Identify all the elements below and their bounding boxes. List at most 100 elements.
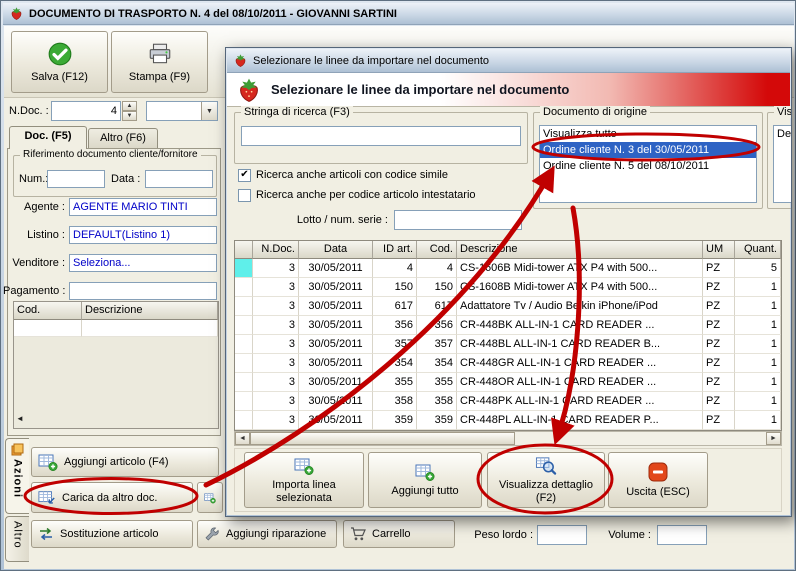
main-titlebar: DOCUMENTO DI TRASPORTO N. 4 del 08/10/20… (3, 3, 794, 25)
sostituzione-articolo-label: Sostituzione articolo (60, 528, 159, 540)
strawberry-icon (235, 54, 246, 67)
origin-list-item[interactable]: Ordine cliente N. 3 del 30/05/2011 (540, 142, 756, 158)
volume-label: Volume : (608, 529, 651, 541)
carrello-button[interactable]: Carrello (343, 520, 455, 548)
carica-da-altro-doc-button[interactable]: Carica da altro doc. (31, 482, 193, 513)
table-row[interactable]: 3 30/05/2011 354 354 CR-448GR ALL-IN-1 CARD … (235, 354, 781, 373)
tab-doc[interactable]: Doc. (F5) (9, 126, 87, 149)
listino-value[interactable]: DEFAULT(Listino 1) (69, 226, 217, 244)
column-header-cod[interactable]: Cod. (14, 302, 82, 320)
data-input[interactable] (145, 170, 213, 188)
print-label: Stampa (F9) (128, 71, 191, 83)
hidden-button-fragment[interactable] (197, 482, 223, 513)
table-row[interactable]: 3 30/05/2011 617 617 Adattatore Tv / Audio B… (235, 297, 781, 316)
spinner-down-icon[interactable]: ▼ (122, 111, 137, 121)
import-dialog: Selezionare le linee da importare nel do… (225, 47, 792, 517)
checkbox-simile-label: Ricerca anche articoli con codice simile (256, 169, 448, 181)
check-mark-icon: ✔ (240, 169, 249, 180)
column-header[interactable]: Cod. (417, 241, 457, 259)
ndoc-input[interactable] (51, 101, 121, 121)
data-label: Data : (111, 173, 141, 185)
import-table-header: N.Doc. Data ID art. Cod. Descrizione UM Quant. (235, 241, 781, 259)
column-header[interactable]: Descrizione (457, 241, 703, 259)
volume-input[interactable] (657, 525, 707, 545)
print-button[interactable]: Stampa (F9) (111, 31, 208, 93)
agente-value[interactable]: AGENTE MARIO TINTI (69, 198, 217, 216)
tab-altro[interactable]: Altro (F6) (88, 128, 158, 149)
table-row[interactable]: 3 30/05/2011 356 356 CR-448BK ALL-IN-1 CARD … (235, 316, 781, 335)
carrello-label: Carrello (372, 528, 411, 540)
visualizza-dettaglio-button[interactable]: Visualizza dettaglio (F2) (487, 452, 605, 508)
table-arrow-icon (38, 490, 55, 504)
vis-group: Vis De (767, 106, 791, 209)
column-header[interactable]: Data (299, 241, 373, 259)
azioni-box-icon (11, 443, 24, 456)
listino-label: Listino : (27, 229, 65, 241)
column-header[interactable] (235, 241, 253, 259)
table-hscrollbar[interactable]: ◄ ► (234, 431, 782, 446)
search-input[interactable] (241, 126, 521, 146)
agente-label: Agente : (24, 201, 65, 213)
scroll-thumb[interactable] (250, 432, 515, 445)
scroll-left-icon[interactable]: ◄ (235, 432, 250, 445)
ndoc-spinner[interactable]: ▲ ▼ (122, 101, 137, 121)
origin-list-item[interactable]: Ordine cliente N. 5 del 08/10/2011 (540, 158, 756, 174)
venditore-value[interactable]: Seleziona... (69, 254, 217, 272)
aggiungi-articolo-button[interactable]: Aggiungi articolo (F4) (31, 447, 219, 477)
save-button[interactable]: Salva (F12) (11, 31, 108, 93)
origin-group: Documento di origine Visualizza tutto Ord… (533, 106, 763, 209)
origin-list-item[interactable]: Visualizza tutto (540, 126, 756, 142)
table-row[interactable]: 3 30/05/2011 357 357 CR-448BL ALL-IN-1 CARD … (235, 335, 781, 354)
side-tab-azioni[interactable]: Azioni (5, 438, 29, 514)
sostituzione-articolo-button[interactable]: Sostituzione articolo (31, 520, 193, 548)
column-header[interactable]: ID art. (373, 241, 417, 259)
grid-scroll-left-icon[interactable]: ◄ (16, 414, 24, 423)
checkbox-intestatario[interactable]: ✔ Ricerca anche per codice articolo inte… (238, 188, 476, 202)
vis-list-item[interactable]: De (774, 126, 791, 142)
column-header-descrizione[interactable]: Descrizione (82, 302, 218, 320)
lotto-label: Lotto / num. serie : (296, 214, 388, 226)
grid-cell (82, 320, 218, 337)
importa-linea-button[interactable]: Importa linea selezionata (244, 452, 364, 508)
dropdown-arrow-icon[interactable]: ▼ (201, 102, 217, 120)
checkbox-box[interactable]: ✔ (238, 168, 251, 182)
checkbox-simile[interactable]: ✔ Ricerca anche articoli con codice simi… (238, 168, 448, 182)
table-row[interactable]: 3 30/05/2011 150 150 CS-1608B Midi-tower ATX… (235, 278, 781, 297)
scroll-right-icon[interactable]: ► (766, 432, 781, 445)
uscita-label: Uscita (ESC) (626, 486, 690, 498)
table-row[interactable]: 3 30/05/2011 355 355 CR-448OR ALL-IN-1 CARD … (235, 373, 781, 392)
table-plus-icon (204, 493, 216, 503)
dialog-title: Selezionare le linee da importare nel do… (253, 54, 490, 67)
checkbox-box[interactable]: ✔ (238, 188, 251, 202)
table-row[interactable]: 3 30/05/2011 359 359 CR-448PL ALL-IN-1 CARD … (235, 411, 781, 430)
aggiungi-riparazione-button[interactable]: Aggiungi riparazione (197, 520, 337, 548)
table-plus-icon (294, 458, 314, 475)
search-group: Stringa di ricerca (F3) (234, 106, 528, 164)
num-input[interactable] (47, 170, 105, 188)
strawberry-icon (11, 7, 22, 20)
lotto-input[interactable] (394, 210, 522, 230)
magnifier-icon (535, 457, 557, 475)
cart-icon (351, 527, 366, 541)
table-row[interactable]: 3 30/05/2011 358 358 CR-448PK ALL-IN-1 CARD … (235, 392, 781, 411)
column-header[interactable]: UM (703, 241, 735, 259)
save-label: Salva (F12) (31, 71, 88, 83)
uscita-button[interactable]: Uscita (ESC) (608, 452, 708, 508)
importa-linea-label: Importa linea selezionata (272, 478, 336, 504)
vis-list: De (773, 125, 791, 203)
import-table: N.Doc. Data ID art. Cod. Descrizione UM Quant.… (234, 240, 782, 431)
carica-da-altro-doc-label: Carica da altro doc. (62, 491, 158, 504)
pagamento-value[interactable] (69, 282, 217, 300)
column-header[interactable]: N.Doc. (253, 241, 299, 259)
peso-lordo-label: Peso lordo : (474, 529, 533, 541)
aggiungi-tutto-button[interactable]: Aggiungi tutto (368, 452, 482, 508)
swap-arrows-icon (40, 527, 52, 541)
column-header[interactable]: Quant. (735, 241, 781, 259)
side-tab-altro[interactable]: Altro (5, 516, 29, 562)
aggiungi-tutto-label: Aggiungi tutto (391, 485, 459, 497)
window-title: DOCUMENTO DI TRASPORTO N. 4 del 08/10/20… (29, 7, 397, 20)
doc-type-combo[interactable]: ▼ (146, 101, 218, 121)
spinner-up-icon[interactable]: ▲ (122, 101, 137, 111)
table-row[interactable]: 3 30/05/2011 4 4 CS-1606B Midi-tower ATX P4 … (235, 259, 781, 278)
peso-lordo-input[interactable] (537, 525, 587, 545)
